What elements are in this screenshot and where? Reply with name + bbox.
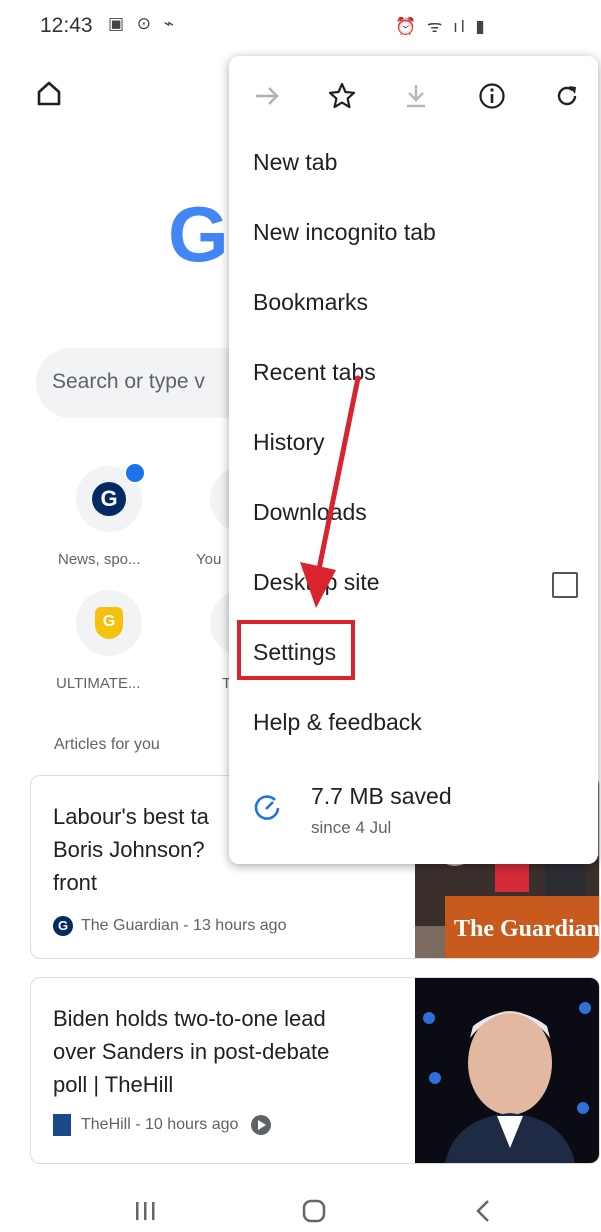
article-source: TheHill - 10 hours ago [53, 1114, 271, 1136]
data-saved-amount[interactable]: 7.7 MB saved [311, 783, 452, 810]
shield-icon: G [95, 607, 123, 639]
notification-icons: ▣ ⊙ ⌁ [108, 14, 178, 33]
overflow-menu: New tab New incognito tab Bookmarks Rece… [229, 56, 598, 864]
title-line: poll | TheHill [53, 1072, 174, 1097]
menu-item-recent-tabs[interactable]: Recent tabs [253, 359, 376, 386]
recents-icon[interactable] [134, 1200, 158, 1222]
guardian-logo-icon: G [92, 482, 126, 516]
guardian-icon: G [53, 916, 73, 936]
data-saved-since: since 4 Jul [311, 818, 392, 837]
thehill-icon [53, 1114, 71, 1136]
system-nav-bar [0, 1180, 601, 1232]
menu-item-new-incognito-tab[interactable]: New incognito tab [253, 219, 436, 246]
star-icon[interactable] [322, 76, 362, 116]
info-icon[interactable] [472, 76, 512, 116]
data-saver-icon [254, 795, 280, 820]
menu-item-downloads[interactable]: Downloads [253, 499, 367, 526]
source-text: TheHill - 10 hours ago [81, 1116, 239, 1134]
settings-highlight-box [237, 620, 355, 680]
download-icon[interactable] [396, 76, 436, 116]
play-icon[interactable] [250, 1115, 271, 1135]
system-status-icons: ⏰ ᯤ ıl ▮ [395, 17, 488, 36]
title-line: over Sanders in post-debate [53, 1039, 330, 1064]
title-line: front [53, 870, 98, 895]
tile-news[interactable]: G [76, 462, 146, 532]
tile-label: ULTIMATE... [56, 675, 141, 692]
refresh-icon[interactable] [547, 76, 587, 116]
tile-label: News, spo... [58, 551, 141, 568]
menu-item-new-tab[interactable]: New tab [253, 149, 337, 176]
article-thumbnail [415, 978, 599, 1163]
back-icon[interactable] [474, 1198, 492, 1224]
articles-heading: Articles for you [54, 736, 160, 753]
status-bar: 12:43 ▣ ⊙ ⌁ ⏰ ᯤ ıl ▮ [0, 0, 601, 52]
menu-item-help-feedback[interactable]: Help & feedback [253, 709, 422, 736]
menu-item-history[interactable]: History [253, 429, 325, 456]
article-source: G The Guardian - 13 hours ago [53, 916, 286, 936]
tile-ultimate[interactable]: G [76, 590, 142, 656]
google-logo: G [168, 190, 229, 278]
home-icon[interactable] [34, 78, 64, 108]
status-time: 12:43 [40, 14, 93, 37]
home-button-icon[interactable] [301, 1198, 327, 1224]
source-text: The Guardian - 13 hours ago [81, 917, 287, 935]
menu-item-bookmarks[interactable]: Bookmarks [253, 289, 368, 316]
menu-toolbar [229, 56, 598, 136]
badge-icon [124, 462, 146, 484]
article-card[interactable]: Biden holds two-to-one lead over Sanders… [30, 977, 600, 1164]
forward-icon[interactable] [247, 76, 287, 116]
desktop-site-checkbox[interactable] [552, 572, 578, 598]
thumb-caption: The Guardian [454, 916, 599, 942]
search-placeholder: Search or type v [52, 370, 205, 393]
menu-item-desktop-site[interactable]: Desktop site [253, 569, 380, 596]
title-line: Biden holds two-to-one lead [53, 1006, 326, 1031]
article-title: Biden holds two-to-one lead over Sanders… [53, 1002, 403, 1101]
tile-label: You [196, 551, 222, 568]
